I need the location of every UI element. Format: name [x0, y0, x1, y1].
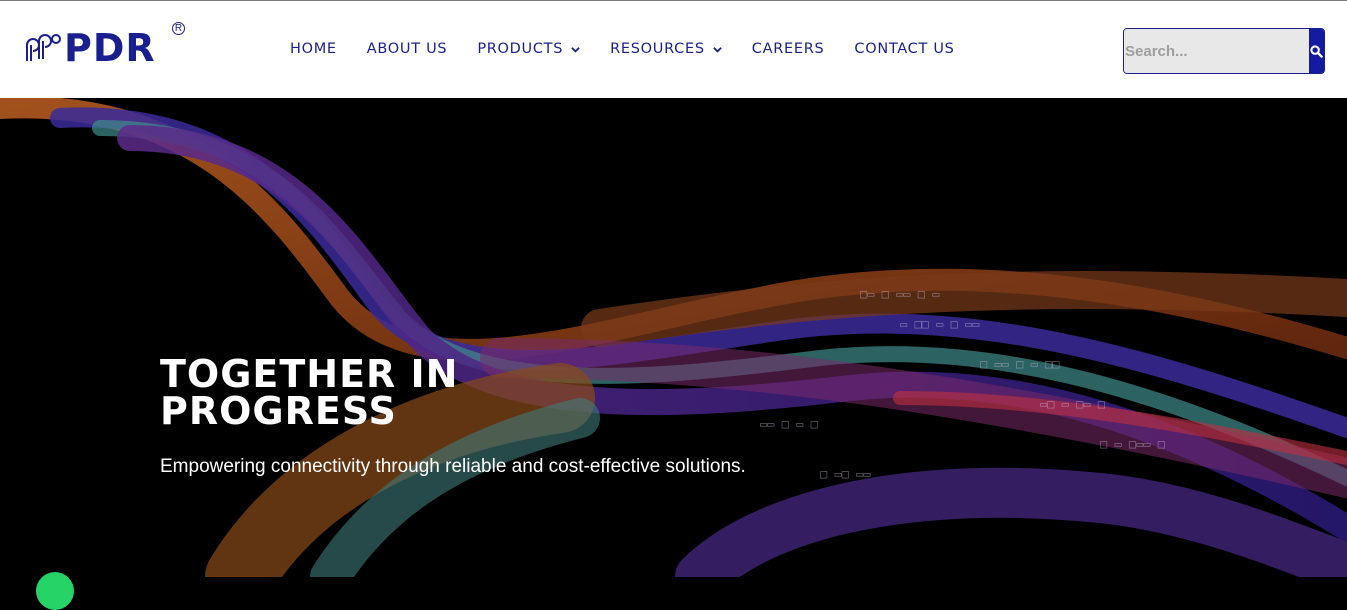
search-input[interactable] — [1124, 29, 1310, 73]
nav-item-label: CONTACT US — [854, 41, 955, 57]
svg-text:□ ▭▭ □ ▭ □□: □ ▭▭ □ ▭ □□ — [980, 357, 1059, 371]
nav-item-products[interactable]: PRODUCTS — [477, 39, 580, 59]
logo-mark-icon — [26, 34, 61, 61]
logo-wordmark: PDR — [64, 26, 156, 70]
whatsapp-icon[interactable] — [36, 572, 74, 610]
nav-item-contact-us[interactable]: CONTACT US — [854, 39, 954, 59]
nav-item-label: RESOURCES — [610, 41, 705, 57]
chevron-down-icon — [713, 46, 722, 53]
main-nav: HOME ABOUT US PRODUCTS RESOURCES CAREERS… — [290, 39, 985, 59]
hero-banner: □▭ □ ▭▭ □ ▭ ▭ □□ ▭ □ ▭▭ □ ▭▭ □ ▭ □□ ▭□ ▭… — [0, 98, 1347, 577]
nav-item-label: PRODUCTS — [477, 41, 564, 57]
nav-item-label: HOME — [290, 41, 337, 57]
search-icon — [1310, 44, 1323, 58]
nav-item-resources[interactable]: RESOURCES — [610, 39, 722, 59]
registered-mark: R — [172, 22, 185, 35]
nav-item-careers[interactable]: CAREERS — [752, 39, 825, 59]
hero-background-image: □▭ □ ▭▭ □ ▭ ▭ □□ ▭ □ ▭▭ □ ▭▭ □ ▭ □□ ▭□ ▭… — [0, 98, 1347, 577]
search-box — [1123, 28, 1325, 74]
nav-item-about-us[interactable]: ABOUT US — [367, 39, 448, 59]
svg-text:▭ □□ ▭ □ ▭▭: ▭ □□ ▭ □ ▭▭ — [900, 317, 979, 331]
site-header: PDR R HOME ABOUT US PRODUCTS RESOURCES C… — [0, 0, 1347, 98]
nav-item-home[interactable]: HOME — [290, 39, 337, 59]
search-button[interactable] — [1309, 29, 1324, 73]
svg-text:□ ▭□ ▭▭: □ ▭□ ▭▭ — [820, 467, 871, 481]
hero-title: TOGETHER IN PROGRESS — [160, 352, 459, 433]
svg-text:▭▭ □ ▭ □: ▭▭ □ ▭ □ — [760, 417, 818, 431]
svg-text:□ ▭ □▭▭ □: □ ▭ □▭▭ □ — [1100, 437, 1165, 451]
svg-text:□▭ □ ▭▭ □ ▭: □▭ □ ▭▭ □ ▭ — [860, 287, 939, 301]
chevron-down-icon — [571, 46, 580, 53]
hero-subtitle: Empowering connectivity through reliable… — [160, 456, 746, 477]
nav-item-label: CAREERS — [751, 41, 825, 57]
nav-item-label: ABOUT US — [366, 41, 448, 57]
svg-text:▭□ ▭ □▭ □: ▭□ ▭ □▭ □ — [1040, 397, 1105, 411]
